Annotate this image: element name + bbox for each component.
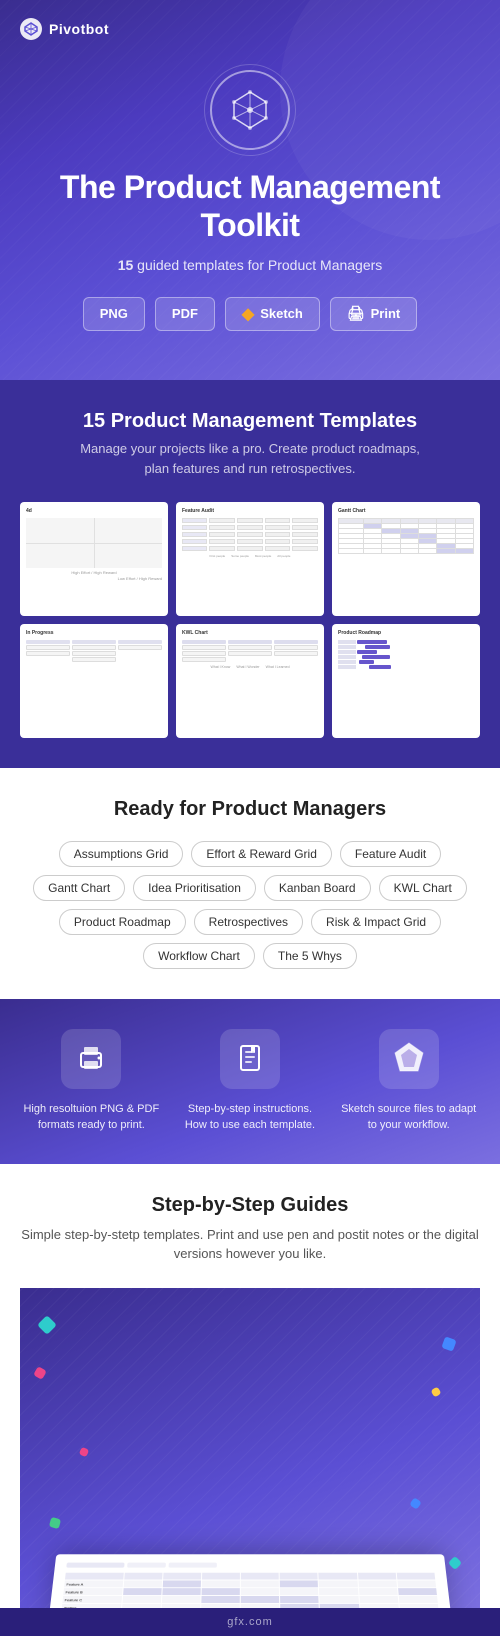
badge-pdf[interactable]: PDF — [155, 297, 215, 331]
steps-image: Feature A Feature B — [20, 1288, 480, 1608]
feature-sketch-text: Sketch source files to adapt to your wor… — [337, 1101, 480, 1134]
card-label-2: Feature Audit — [182, 508, 318, 514]
brand-name: Pivotbot — [49, 21, 109, 37]
template-card-kanban[interactable]: In Progress — [20, 624, 168, 738]
tag-retrospectives[interactable]: Retrospectives — [194, 909, 303, 935]
print-icon: 🖨 — [347, 305, 365, 322]
feature-guide-icon — [220, 1029, 280, 1089]
badge-png[interactable]: PNG — [83, 297, 145, 331]
tag-gantt[interactable]: Gantt Chart — [33, 875, 125, 901]
tag-idea-prioritisation[interactable]: Idea Prioritisation — [133, 875, 256, 901]
tag-roadmap[interactable]: Product Roadmap — [59, 909, 186, 935]
steps-section: Step-by-Step Guides Simple step-by-stetp… — [0, 1164, 500, 1608]
hero-subtitle: 15 guided templates for Product Managers — [20, 257, 480, 273]
tag-effort-reward[interactable]: Effort & Reward Grid — [191, 841, 331, 867]
features-grid: High resoltuion PNG & PDF formats ready … — [20, 1029, 480, 1134]
card-label-6: Product Roadmap — [338, 630, 474, 636]
feature-sketch: Sketch source files to adapt to your wor… — [337, 1029, 480, 1134]
tag-grid: Assumptions Grid Effort & Reward Grid Fe… — [20, 841, 480, 969]
card-label-5: KWL Chart — [182, 630, 318, 636]
template-card-4d[interactable]: 4d High Effort / High Reward Low Effort … — [20, 502, 168, 616]
feature-sketch-icon — [379, 1029, 439, 1089]
feature-guide-text: Step-by-step instructions. How to use ea… — [179, 1101, 322, 1134]
brand-logo: Pivotbot — [20, 18, 480, 40]
feature-sketch-icon-wrap — [337, 1029, 480, 1089]
feature-print: High resoltuion PNG & PDF formats ready … — [20, 1029, 163, 1134]
tag-assumptions[interactable]: Assumptions Grid — [59, 841, 184, 867]
template-grid-row1: 4d High Effort / High Reward Low Effort … — [20, 502, 480, 616]
templates-section: 15 Product Management Templates Manage y… — [0, 380, 500, 768]
tag-5whys[interactable]: The 5 Whys — [263, 943, 357, 969]
hero-icon-wrap — [20, 70, 480, 150]
template-card-kwl[interactable]: KWL Chart — [176, 624, 324, 738]
template-card-gantt[interactable]: Gantt Chart — [332, 502, 480, 616]
sketch-icon: ◆ — [242, 304, 254, 324]
feature-print-text: High resoltuion PNG & PDF formats ready … — [20, 1101, 163, 1134]
hero-badges: PNG PDF ◆ Sketch 🖨 Print — [20, 297, 480, 331]
template-card-roadmap[interactable]: Product Roadmap — [332, 624, 480, 738]
kwl-preview — [182, 640, 318, 662]
doc-preview: Feature A Feature B — [48, 1554, 453, 1608]
hero-title: The Product Management Toolkit — [20, 168, 480, 245]
features-section: High resoltuion PNG & PDF formats ready … — [0, 999, 500, 1164]
steps-title: Step-by-Step Guides — [20, 1194, 480, 1217]
templates-subtitle: Manage your projects like a pro. Create … — [20, 439, 480, 478]
feature-print-icon-wrap — [20, 1029, 163, 1089]
ready-title: Ready for Product Managers — [20, 798, 480, 821]
tag-workflow[interactable]: Workflow Chart — [143, 943, 255, 969]
template-grid-row2: In Progress — [20, 624, 480, 738]
watermark: gfx.com — [0, 1608, 500, 1636]
tag-kwl[interactable]: KWL Chart — [379, 875, 467, 901]
card-lines-2: First people Some people Most people All… — [182, 518, 318, 558]
tag-feature-audit[interactable]: Feature Audit — [340, 841, 441, 867]
template-card-feature-audit[interactable]: Feature Audit — [176, 502, 324, 616]
card-label-4: In Progress — [26, 630, 162, 636]
templates-title: 15 Product Management Templates — [20, 410, 480, 433]
card-grid-1 — [26, 518, 162, 568]
feature-print-icon — [61, 1029, 121, 1089]
card-label-1: 4d — [26, 508, 162, 514]
feature-guide: Step-by-step instructions. How to use ea… — [179, 1029, 322, 1134]
feature-guide-icon-wrap — [179, 1029, 322, 1089]
card-label-3: Gantt Chart — [338, 508, 474, 514]
kanban-preview — [26, 640, 162, 662]
gantt-table — [338, 518, 474, 554]
ready-section: Ready for Product Managers Assumptions G… — [0, 768, 500, 999]
roadmap-preview — [338, 640, 474, 669]
badge-sketch[interactable]: ◆ Sketch — [225, 297, 320, 331]
tag-kanban[interactable]: Kanban Board — [264, 875, 371, 901]
badge-print[interactable]: 🖨 Print — [330, 297, 417, 331]
logo-icon — [20, 18, 42, 40]
steps-subtitle: Simple step-by-stetp templates. Print an… — [20, 1225, 480, 1264]
tag-risk-impact[interactable]: Risk & Impact Grid — [311, 909, 441, 935]
hero-section: Pivotbot The Product Management Toolkit … — [0, 0, 500, 380]
hero-icon-circle — [210, 70, 290, 150]
